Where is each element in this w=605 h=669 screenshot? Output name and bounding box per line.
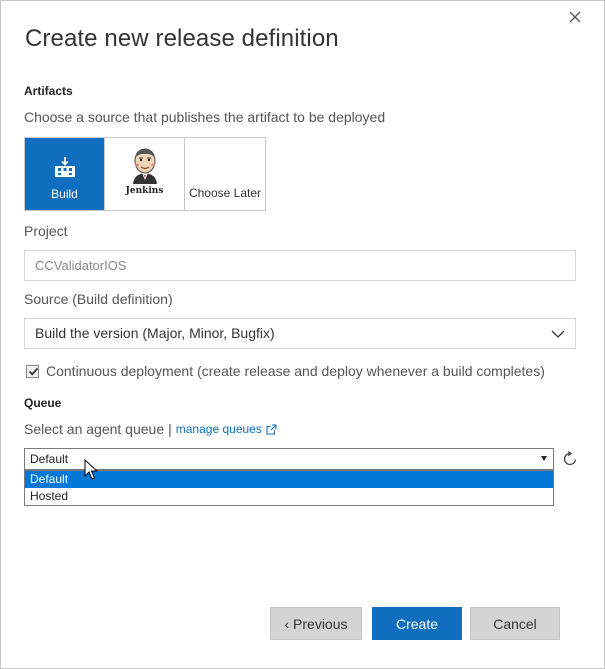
chevron-down-icon xyxy=(551,330,565,338)
continuous-deployment-checkbox[interactable] xyxy=(26,364,39,378)
queue-select[interactable]: Default xyxy=(24,448,554,470)
source-select-value: Build the version (Major, Minor, Bugfix) xyxy=(35,325,275,341)
build-icon xyxy=(53,152,77,182)
tile-jenkins-label: Jenkins xyxy=(125,186,164,196)
queue-heading: Queue xyxy=(24,396,62,410)
queue-hint-row: Select an agent queue | manage queues xyxy=(24,421,277,437)
external-link-icon xyxy=(266,423,277,435)
release-definition-dialog: Create new release definition Artifacts … xyxy=(0,0,605,669)
manage-queues-link-label: manage queues xyxy=(175,422,262,436)
source-label: Source (Build definition) xyxy=(24,291,173,307)
queue-hint-separator: | xyxy=(168,421,172,437)
queue-option-hosted[interactable]: Hosted xyxy=(25,488,553,505)
artifacts-heading: Artifacts xyxy=(24,84,73,98)
queue-hint: Select an agent queue xyxy=(24,421,165,437)
previous-button[interactable]: ‹ Previous xyxy=(270,607,362,640)
refresh-button[interactable] xyxy=(561,450,579,468)
refresh-icon xyxy=(563,450,577,466)
tile-build[interactable]: Build xyxy=(25,138,105,210)
dropdown-arrow-icon xyxy=(541,456,547,461)
dialog-title: Create new release definition xyxy=(25,25,339,52)
queue-option-default[interactable]: Default xyxy=(25,471,553,488)
tile-choose-later[interactable]: Choose Later xyxy=(185,138,265,210)
manage-queues-link[interactable]: manage queues xyxy=(176,422,277,436)
continuous-deployment-label: Continuous deployment (create release an… xyxy=(46,363,545,379)
tile-jenkins[interactable]: Jenkins xyxy=(105,138,185,210)
project-input[interactable]: CCValidatorIOS xyxy=(24,250,576,281)
project-label: Project xyxy=(24,223,68,239)
cancel-button[interactable]: Cancel xyxy=(470,607,560,640)
tile-build-label: Build xyxy=(51,187,78,201)
jenkins-icon xyxy=(128,148,162,184)
artifact-source-tiles: Build Jenkins Choose Later xyxy=(24,137,266,211)
close-button[interactable] xyxy=(566,8,584,26)
queue-select-value: Default xyxy=(30,452,69,466)
close-icon xyxy=(569,11,581,23)
continuous-deployment-row[interactable]: Continuous deployment (create release an… xyxy=(26,363,545,379)
checkmark-icon xyxy=(28,367,39,375)
source-select[interactable]: Build the version (Major, Minor, Bugfix) xyxy=(24,318,576,349)
create-button[interactable]: Create xyxy=(372,607,462,640)
tile-choose-later-label: Choose Later xyxy=(188,186,262,200)
artifacts-hint: Choose a source that publishes the artif… xyxy=(24,109,386,125)
queue-dropdown-list: Default Hosted xyxy=(24,470,554,506)
